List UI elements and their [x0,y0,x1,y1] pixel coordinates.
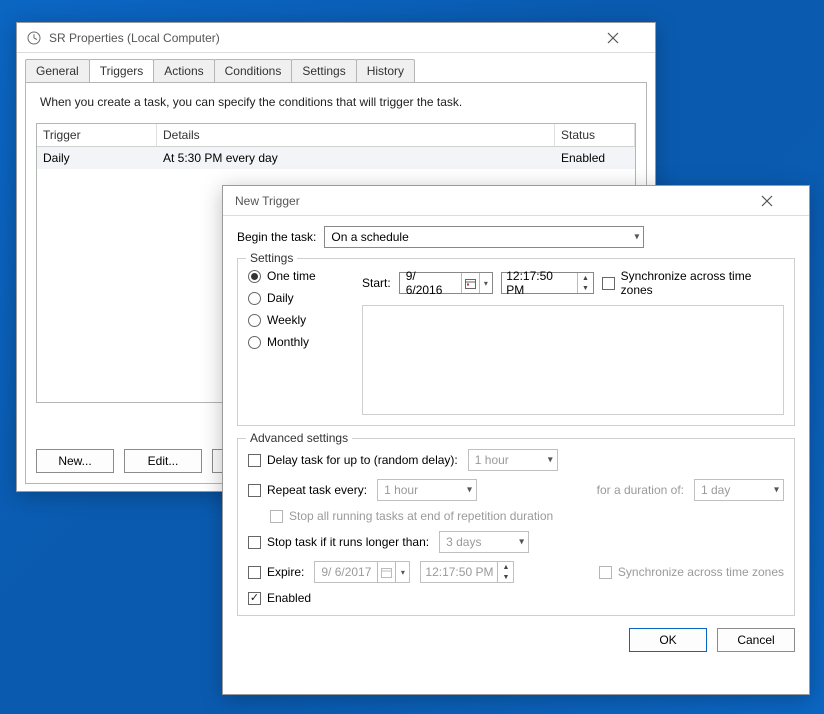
start-time-value: 12:17:50 PM [502,273,577,293]
tab-bar: General Triggers Actions Conditions Sett… [25,59,647,82]
clock-icon [25,29,43,47]
chevron-down-icon: ▾ [395,562,409,582]
radio-weekly[interactable]: Weekly [248,313,348,327]
radio-icon [248,314,261,327]
sync-timezones-checkbox[interactable]: Synchronize across time zones [602,269,784,297]
new-trigger-window: New Trigger Begin the task: On a schedul… [222,185,810,695]
spin-up-icon: ▲ [498,562,513,572]
repeat-task-checkbox[interactable]: Repeat task every: [248,483,367,497]
settings-right: Start: 9/ 6/2016 ▾ 12:17:50 PM ▲▼ [362,269,784,415]
advanced-settings-group: Advanced settings Delay task for up to (… [237,438,795,616]
spin-down-icon[interactable]: ▼ [578,283,593,293]
begin-task-row: Begin the task: On a schedule ▾ [237,226,795,248]
begin-task-label: Begin the task: [237,230,316,244]
settings-group: Settings One time Daily Weekly Monthly S… [237,258,795,426]
expire-checkbox[interactable]: Expire: [248,565,304,579]
expire-time-spinner[interactable]: 12:17:50 PM ▲▼ [420,561,514,583]
checkbox-icon [248,454,261,467]
settings-legend: Settings [246,251,297,265]
titlebar: New Trigger [223,186,809,216]
edit-trigger-button[interactable]: Edit... [124,449,202,473]
trigger-row[interactable]: Daily At 5:30 PM every day Enabled [37,147,635,169]
start-date-value: 9/ 6/2016 [400,273,461,293]
tab-actions[interactable]: Actions [153,59,214,82]
close-icon [607,32,619,44]
spin-up-icon[interactable]: ▲ [578,273,593,283]
tab-triggers[interactable]: Triggers [89,59,155,82]
repeat-duration-select[interactable]: 1 day ▾ [694,479,784,501]
schedule-radio-group: One time Daily Weekly Monthly [248,269,348,415]
stop-if-longer-checkbox[interactable]: Stop task if it runs longer than: [248,535,429,549]
start-date-picker[interactable]: 9/ 6/2016 ▾ [399,272,494,294]
delay-task-checkbox[interactable]: Delay task for up to (random delay): [248,453,458,467]
chevron-down-icon: ▾ [634,232,639,243]
tab-conditions[interactable]: Conditions [214,59,293,82]
window-title: New Trigger [231,194,761,208]
radio-icon [248,270,261,283]
expire-sync-tz-checkbox: Synchronize across time zones [599,565,784,579]
triggers-intro-text: When you create a task, you can specify … [40,95,632,109]
advanced-legend: Advanced settings [246,431,352,445]
stop-all-running-checkbox: Stop all running tasks at end of repetit… [270,509,553,523]
checkbox-icon [599,566,612,579]
tab-general[interactable]: General [25,59,90,82]
radio-icon [248,292,261,305]
radio-daily[interactable]: Daily [248,291,348,305]
checkbox-icon [248,536,261,549]
checkbox-icon [248,566,261,579]
checkbox-icon [248,484,261,497]
cell-trigger: Daily [37,147,157,169]
chevron-down-icon: ▾ [548,455,553,466]
ok-button[interactable]: OK [629,628,707,652]
cell-status: Enabled [555,147,635,169]
checkbox-icon [270,510,283,523]
start-label: Start: [362,276,391,290]
radio-monthly[interactable]: Monthly [248,335,348,349]
desktop: SR Properties (Local Computer) General T… [0,0,824,714]
close-icon [761,195,773,207]
start-line: Start: 9/ 6/2016 ▾ 12:17:50 PM ▲▼ [362,269,784,297]
cancel-button[interactable]: Cancel [717,628,795,652]
chevron-down-icon: ▾ [467,485,472,496]
chevron-down-icon: ▾ [479,273,493,293]
triggers-list-header: Trigger Details Status [37,124,635,147]
new-trigger-button[interactable]: New... [36,449,114,473]
tab-settings[interactable]: Settings [291,59,356,82]
dialog-buttons: OK Cancel [237,628,795,652]
begin-task-value: On a schedule [331,230,408,244]
duration-label: for a duration of: [597,483,684,497]
col-header-details[interactable]: Details [157,124,555,146]
recurrence-panel [362,305,784,415]
stop-longer-select[interactable]: 3 days ▾ [439,531,529,553]
spin-down-icon: ▼ [498,572,513,582]
chevron-down-icon: ▾ [774,485,779,496]
titlebar: SR Properties (Local Computer) [17,23,655,53]
repeat-interval-select[interactable]: 1 hour ▾ [377,479,477,501]
checkbox-icon [602,277,615,290]
col-header-trigger[interactable]: Trigger [37,124,157,146]
close-button[interactable] [761,195,801,207]
trigger-buttons: New... Edit... [36,449,224,473]
enabled-checkbox[interactable]: Enabled [248,591,311,605]
close-button[interactable] [607,32,647,44]
delay-duration-select[interactable]: 1 hour ▾ [468,449,558,471]
tab-history[interactable]: History [356,59,415,82]
window-title: SR Properties (Local Computer) [49,31,607,45]
col-header-status[interactable]: Status [555,124,635,146]
chevron-down-icon: ▾ [519,537,524,548]
start-time-spinner[interactable]: 12:17:50 PM ▲▼ [501,272,594,294]
begin-task-select[interactable]: On a schedule ▾ [324,226,644,248]
expire-date-picker[interactable]: 9/ 6/2017 ▾ [314,561,410,583]
dialog-body: Begin the task: On a schedule ▾ Settings… [223,216,809,664]
cell-details: At 5:30 PM every day [157,147,555,169]
radio-one-time[interactable]: One time [248,269,348,283]
calendar-icon [377,562,395,582]
checkbox-icon [248,592,261,605]
radio-icon [248,336,261,349]
calendar-icon [461,273,479,293]
